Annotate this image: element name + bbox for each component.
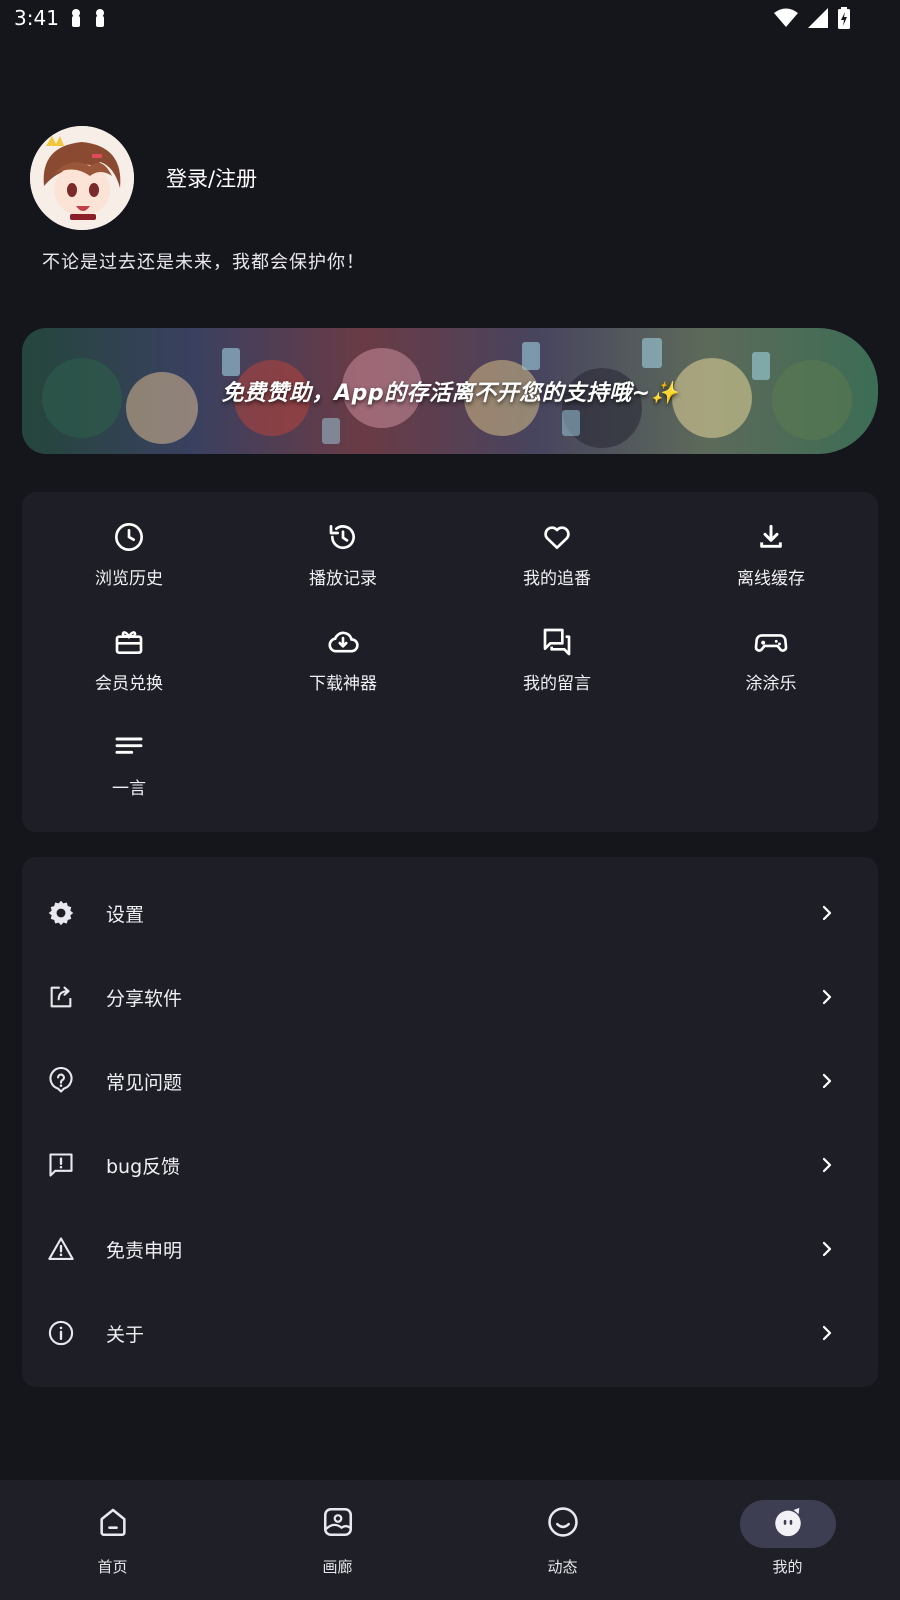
smile-icon [546, 1505, 580, 1543]
gear-icon [46, 898, 76, 928]
nav-tab-gallery[interactable]: 画廊 [225, 1480, 450, 1600]
sponsor-banner[interactable]: 免费赞助，App的存活离不开您的支持哦~✨ [22, 328, 878, 454]
menu-item-bug-feedback[interactable]: bug反馈 [22, 1123, 878, 1207]
nav-tab-mine[interactable]: 我的 [675, 1480, 900, 1600]
signal-icon [808, 8, 828, 28]
gamepad-icon [754, 625, 788, 659]
profile-motto: 不论是过去还是未来，我都会保护你！ [42, 252, 365, 273]
help-icon [46, 1066, 76, 1096]
grid-item-label: 涂涂乐 [745, 674, 797, 694]
menu-item-about[interactable]: 关于 [22, 1291, 878, 1375]
grid-item-my-comments[interactable]: 我的留言 [450, 623, 664, 728]
menu-item-label: 常见问题 [106, 1071, 183, 1094]
bottom-navigation: 首页 画廊 动态 我的 [0, 1480, 900, 1600]
nav-icon-container-active [739, 1500, 836, 1548]
grid-item-browse-history[interactable]: 浏览历史 [22, 518, 236, 623]
status-right [774, 7, 886, 29]
menu-item-label: 免责申明 [106, 1239, 183, 1262]
grid-item-label: 我的追番 [523, 569, 591, 589]
battery-charging-icon [838, 7, 850, 29]
banner-text: 免费赞助，App的存活离不开您的支持哦~✨ [221, 381, 679, 406]
home-icon [96, 1505, 130, 1543]
nav-tab-label: 动态 [547, 1558, 578, 1576]
chevron-right-icon [816, 986, 838, 1008]
menu-item-settings[interactable]: 设置 [22, 871, 878, 955]
settings-menu-card: 设置 分享软件 常见问题 bug反馈 免责申明 关于 [22, 857, 878, 1387]
nav-tab-label: 我的 [772, 1558, 803, 1576]
redeem-icon [112, 625, 146, 659]
grid-item-play-history[interactable]: 播放记录 [236, 518, 450, 623]
grid-item-label: 我的留言 [523, 674, 591, 694]
info-icon [46, 1318, 76, 1348]
grid-item-doodle[interactable]: 涂涂乐 [664, 623, 878, 728]
grid-item-label: 浏览历史 [95, 569, 163, 589]
menu-item-share-app[interactable]: 分享软件 [22, 955, 878, 1039]
nav-tab-label: 画廊 [322, 1558, 353, 1576]
nav-icon-container [290, 1500, 386, 1548]
grid-item-download-tool[interactable]: 下载神器 [236, 623, 450, 728]
history-icon [326, 520, 360, 554]
login-register-link[interactable]: 登录/注册 [166, 163, 257, 193]
grid-item-label: 会员兑换 [95, 674, 163, 694]
nav-icon-container [515, 1500, 611, 1548]
chevron-right-icon [816, 1154, 838, 1176]
menu-item-label: 关于 [106, 1323, 145, 1346]
notification-icon [69, 8, 83, 28]
menu-item-label: bug反馈 [106, 1155, 181, 1178]
cloud-download-icon [326, 625, 360, 659]
nav-tab-feed[interactable]: 动态 [450, 1480, 675, 1600]
feature-grid-card: 浏览历史 播放记录 我的追番 离线缓存 会员兑换 下载神器 我的留言 涂涂乐 一… [22, 492, 878, 832]
grid-item-member-redeem[interactable]: 会员兑换 [22, 623, 236, 728]
nav-tab-label: 首页 [97, 1558, 128, 1576]
nav-tab-home[interactable]: 首页 [0, 1480, 225, 1600]
download-icon [754, 520, 788, 554]
wifi-icon [774, 8, 798, 28]
notes-icon [112, 730, 146, 764]
grid-item-label: 一言 [112, 779, 146, 799]
avatar[interactable] [30, 126, 134, 230]
notification-icon [93, 8, 107, 28]
grid-item-my-follows[interactable]: 我的追番 [450, 518, 664, 623]
grid-item-label: 下载神器 [309, 674, 377, 694]
status-bar: 3:41 [0, 0, 900, 36]
menu-item-label: 设置 [106, 903, 145, 926]
feature-grid: 浏览历史 播放记录 我的追番 离线缓存 会员兑换 下载神器 我的留言 涂涂乐 一… [22, 518, 878, 833]
chevron-right-icon [816, 1238, 838, 1260]
chevron-right-icon [816, 902, 838, 924]
heart-icon [540, 520, 574, 554]
status-left: 3:41 [14, 6, 107, 30]
clock-icon [112, 520, 146, 554]
gallery-icon [321, 1505, 355, 1543]
grid-item-label: 离线缓存 [737, 569, 805, 589]
grid-item-offline-cache[interactable]: 离线缓存 [664, 518, 878, 623]
share-icon [46, 982, 76, 1012]
grid-item-hitokoto[interactable]: 一言 [22, 728, 236, 833]
menu-item-label: 分享软件 [106, 987, 183, 1010]
menu-item-disclaimer[interactable]: 免责申明 [22, 1207, 878, 1291]
mascot-icon [771, 1505, 805, 1543]
profile-header[interactable]: 登录/注册 [30, 126, 257, 230]
warning-icon [46, 1234, 76, 1264]
chevron-right-icon [816, 1070, 838, 1092]
forum-icon [540, 625, 574, 659]
status-time: 3:41 [14, 6, 59, 30]
feedback-icon [46, 1150, 76, 1180]
nav-icon-container [65, 1500, 161, 1548]
chevron-right-icon [816, 1322, 838, 1344]
menu-item-faq[interactable]: 常见问题 [22, 1039, 878, 1123]
grid-item-label: 播放记录 [309, 569, 377, 589]
